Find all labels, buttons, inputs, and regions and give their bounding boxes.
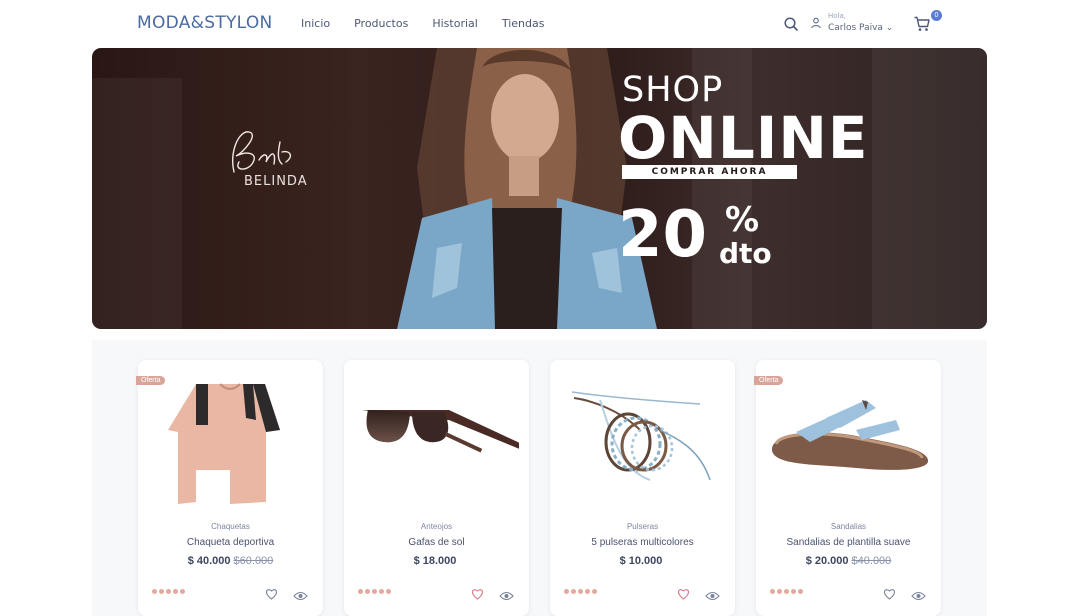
product-name[interactable]: Gafas de sol [344, 537, 529, 548]
product-card[interactable]: Oferta Sandalias Sandalias de plantilla … [754, 360, 941, 616]
product-card[interactable]: Pulseras 5 pulseras multicolores $ 10.00… [550, 360, 735, 616]
user-name-dropdown[interactable]: Carlos Paiva ⌄ [828, 23, 893, 33]
old-price: $40.000 [851, 555, 892, 567]
cart-count-badge: 0 [931, 10, 942, 21]
product-image-sandals [771, 400, 929, 470]
product-image-bracelets [571, 391, 711, 481]
user-greeting: Hola, [828, 12, 847, 20]
discount-percent-sign: % [725, 200, 760, 240]
rating-stars [564, 589, 597, 594]
heart-icon[interactable] [471, 587, 484, 600]
eye-icon[interactable] [911, 588, 926, 601]
banner-headline-online: ONLINE [618, 104, 869, 172]
product-card[interactable]: Anteojos Gafas de sol $ 18.000 [344, 360, 529, 616]
eye-icon[interactable] [705, 588, 720, 601]
product-name[interactable]: Chaqueta deportiva [138, 537, 323, 548]
eye-icon[interactable] [499, 588, 514, 601]
current-price: $ 40.000 [187, 555, 231, 567]
product-name[interactable]: Sandalias de plantilla suave [756, 537, 941, 548]
heart-icon[interactable] [265, 587, 278, 600]
nav-link-productos[interactable]: Productos [354, 17, 408, 30]
product-name[interactable]: 5 pulseras multicolores [550, 537, 735, 548]
product-price: $ 10.000 [550, 555, 735, 567]
product-price: $ 40.000 $60.000 [138, 555, 323, 567]
old-price: $60.000 [233, 555, 274, 567]
belinda-signature [232, 131, 292, 173]
current-price: $ 20.000 [805, 555, 849, 567]
signature-name: BELINDA [244, 174, 308, 189]
product-price: $ 18.000 [344, 555, 529, 567]
discount-suffix: dto [719, 237, 772, 270]
brand-logo[interactable]: MODA&STYLON [137, 13, 273, 33]
rating-stars [358, 589, 391, 594]
product-card[interactable]: Oferta Chaquetas Chaqueta deportiva $ 40… [136, 360, 323, 616]
cart-icon[interactable] [913, 15, 931, 33]
product-category: Chaquetas [211, 522, 250, 531]
main-nav: Inicio Productos Historial Tiendas [301, 17, 568, 30]
user-menu[interactable]: Hola, Carlos Paiva ⌄ [810, 12, 900, 38]
product-category: Pulseras [626, 522, 659, 531]
discount-number: 20 [618, 198, 708, 272]
product-price: $ 20.000 $40.000 [756, 555, 941, 567]
heart-icon[interactable] [677, 587, 690, 600]
eye-icon[interactable] [293, 588, 308, 601]
rating-stars [152, 589, 185, 594]
product-category: Anteojos [420, 522, 453, 531]
heart-icon[interactable] [883, 587, 896, 600]
rating-stars [770, 589, 803, 594]
product-category: Sandalias [830, 522, 867, 531]
current-price: $ 10.000 [619, 555, 663, 567]
nav-link-inicio[interactable]: Inicio [301, 17, 330, 30]
building-shape [872, 48, 987, 329]
user-icon [810, 16, 822, 29]
current-price: $ 18.000 [413, 555, 457, 567]
nav-link-tiendas[interactable]: Tiendas [502, 17, 545, 30]
promo-banner[interactable]: BELINDA SHOP ONLINE COMPRAR AHORA 20 % d… [92, 48, 987, 329]
search-icon[interactable] [783, 16, 799, 32]
building-shape [92, 78, 182, 329]
top-navbar: MODA&STYLON Inicio Productos Historial T… [0, 0, 1080, 48]
product-image-jacket [168, 383, 280, 504]
comprar-ahora-button[interactable]: COMPRAR AHORA [622, 165, 797, 179]
product-image-sunglasses [362, 410, 519, 453]
nav-link-historial[interactable]: Historial [432, 17, 477, 30]
